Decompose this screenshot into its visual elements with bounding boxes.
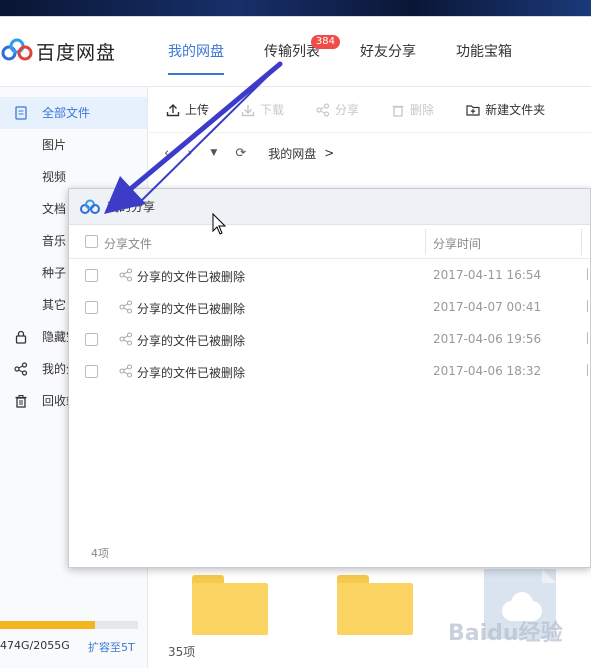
share-file-name: 分享的文件已被删除 — [137, 366, 246, 380]
delete-label: 删除 — [410, 103, 435, 117]
item-count: 35项 — [168, 645, 196, 659]
dialog-table-header: 分享文件 分享时间 — [69, 225, 590, 259]
lock-icon — [15, 330, 27, 344]
trash-icon — [15, 395, 27, 408]
share-button[interactable]: 分享 — [316, 101, 359, 118]
cloud-logo-icon — [1, 38, 33, 61]
sidebar-item-label: 音乐 — [42, 234, 67, 248]
dropdown-icon[interactable]: ▼ — [210, 148, 217, 158]
tab-toolbox[interactable]: 功能宝箱 — [456, 17, 512, 87]
row-checkbox[interactable] — [85, 333, 98, 346]
share-icon — [119, 364, 133, 378]
truncated-column — [587, 332, 591, 344]
breadcrumb-separator: > — [324, 146, 335, 160]
tab-label: 功能宝箱 — [456, 44, 512, 60]
download-icon — [241, 104, 255, 116]
sidebar-item-label: 视频 — [42, 170, 67, 184]
top-nav: 我的网盘 传输列表 384 好友分享 功能宝箱 — [168, 17, 552, 87]
share-row[interactable]: 分享的文件已被删除 2017-04-06 18:32 — [69, 355, 590, 387]
app-logo: 百度网盘 — [0, 37, 116, 65]
path-bar: ‹ › ▼ ⟳ 我的网盘 > — [148, 133, 591, 173]
expand-quota-link[interactable]: 扩容至5T — [88, 639, 135, 655]
download-label: 下载 — [260, 103, 285, 117]
dialog-item-count: 4项 — [91, 547, 109, 560]
folder-item[interactable] — [192, 575, 268, 635]
share-icon — [119, 268, 133, 282]
document-icon — [15, 106, 27, 120]
share-time: 2017-04-11 16:54 — [433, 268, 542, 282]
row-checkbox[interactable] — [85, 269, 98, 282]
app-title: 百度网盘 — [36, 41, 117, 64]
cloud-logo-icon — [80, 199, 100, 214]
breadcrumb-root[interactable]: 我的网盘 — [268, 145, 316, 162]
share-time: 2017-04-07 00:41 — [433, 300, 542, 314]
folder-icon-body — [192, 583, 268, 635]
share-file-name: 分享的文件已被删除 — [137, 270, 246, 284]
transfer-count-badge: 384 — [310, 35, 340, 49]
share-icon — [119, 300, 133, 314]
share-list: 分享的文件已被删除 2017-04-11 16:54 分享的文件已被删除 201… — [69, 259, 590, 387]
folder-icon-body — [337, 583, 413, 635]
share-icon — [316, 102, 330, 117]
column-divider — [581, 229, 582, 255]
share-row[interactable]: 分享的文件已被删除 2017-04-11 16:54 — [69, 259, 590, 291]
delete-button[interactable]: 删除 — [391, 101, 434, 118]
column-divider — [425, 229, 426, 255]
folder-item[interactable] — [337, 575, 413, 635]
truncated-column — [587, 364, 591, 376]
share-icon — [14, 362, 28, 376]
upload-button[interactable]: 上传 — [166, 101, 209, 118]
sidebar-item-images[interactable]: 图片 — [0, 129, 147, 161]
select-all-checkbox[interactable] — [85, 235, 98, 248]
baidu-watermark: Baidu经验 — [448, 621, 563, 646]
tab-my-disk[interactable]: 我的网盘 — [168, 17, 224, 87]
upload-label: 上传 — [185, 103, 210, 117]
share-time: 2017-04-06 19:56 — [433, 332, 542, 346]
download-button[interactable]: 下载 — [241, 101, 284, 118]
sidebar-item-all-files[interactable]: 全部文件 — [0, 97, 147, 129]
truncated-column — [587, 268, 591, 280]
tab-label: 好友分享 — [360, 44, 416, 60]
col-share-time[interactable]: 分享时间 — [433, 235, 481, 252]
sidebar-item-label: 种子 — [42, 266, 67, 280]
row-checkbox[interactable] — [85, 365, 98, 378]
new-folder-button[interactable]: 新建文件夹 — [466, 101, 545, 118]
share-row[interactable]: 分享的文件已被删除 2017-04-06 19:56 — [69, 323, 590, 355]
tab-transfer-list[interactable]: 传输列表 384 — [264, 17, 340, 87]
tab-label: 我的网盘 — [168, 44, 224, 60]
forward-icon[interactable]: › — [187, 146, 192, 161]
col-share-file[interactable]: 分享文件 — [104, 235, 152, 252]
share-file-name: 分享的文件已被删除 — [137, 302, 246, 316]
share-file-name: 分享的文件已被删除 — [137, 334, 246, 348]
new-folder-label: 新建文件夹 — [485, 103, 546, 117]
sidebar-item-label: 全部文件 — [42, 106, 91, 120]
tab-friend-share[interactable]: 好友分享 — [360, 17, 416, 87]
share-icon — [119, 332, 133, 346]
share-row[interactable]: 分享的文件已被删除 2017-04-07 00:41 — [69, 291, 590, 323]
quota-bar — [0, 621, 138, 629]
refresh-icon[interactable]: ⟳ — [235, 146, 246, 161]
dialog-title: 我的分享 — [107, 200, 156, 214]
trash-icon — [392, 105, 404, 117]
toolbar: 上传 下载 分享 删除 新建文件夹 — [148, 87, 591, 133]
share-label: 分享 — [335, 103, 360, 117]
quota-text: 474G/2055G — [0, 639, 70, 652]
truncated-column — [587, 300, 591, 312]
desktop-background — [0, 0, 591, 16]
my-shares-dialog: 我的分享 分享文件 分享时间 分享的文件已被删除 2017-04-11 16:5… — [68, 188, 591, 568]
new-folder-icon — [466, 104, 480, 116]
row-checkbox[interactable] — [85, 301, 98, 314]
quota-fill — [0, 621, 96, 629]
sidebar-item-label: 其它 — [42, 298, 67, 312]
back-icon[interactable]: ‹ — [164, 146, 169, 161]
sidebar-item-label: 图片 — [42, 138, 67, 152]
upload-icon — [166, 103, 180, 116]
sidebar-item-label: 文档 — [42, 202, 67, 216]
dialog-title-bar[interactable]: 我的分享 — [69, 189, 590, 225]
share-time: 2017-04-06 18:32 — [433, 364, 542, 378]
header: 百度网盘 我的网盘 传输列表 384 好友分享 功能宝箱 — [0, 17, 591, 87]
